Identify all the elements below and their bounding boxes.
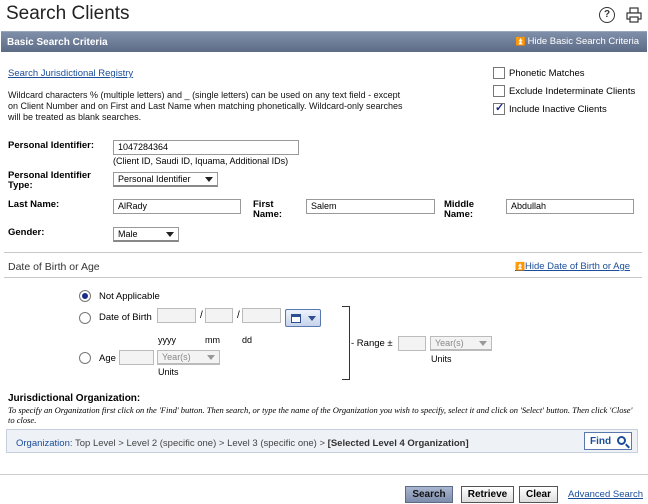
phonetic-matches-label: Phonetic Matches <box>509 68 585 79</box>
basic-search-section-header: Basic Search Criteria ⏫ Hide Basic Search… <box>1 31 647 52</box>
age-label: Age <box>99 353 116 364</box>
month-format-hint: mm <box>205 335 220 345</box>
page-title: Search Clients <box>6 3 130 24</box>
personal-identifier-hint: (Client ID, Saudi ID, Iquama, Additional… <box>113 156 289 166</box>
exclude-indeterminate-label: Exclude Indeterminate Clients <box>509 86 636 97</box>
middle-name-input[interactable]: Abdullah <box>506 199 634 214</box>
dob-month-input[interactable] <box>205 308 233 323</box>
hide-dob-label: Hide Date of Birth or Age <box>524 261 631 272</box>
year-format-hint: yyyy <box>158 335 176 345</box>
include-inactive-label: Include Inactive Clients <box>509 104 607 115</box>
middle-name-label: Middle Name: <box>444 199 475 220</box>
help-icon[interactable]: ? <box>599 7 615 23</box>
jurisdictional-org-description: To specify an Organization first click o… <box>8 405 633 425</box>
print-icon[interactable] <box>626 7 642 23</box>
hide-basic-criteria-label: Hide Basic Search Criteria <box>527 36 639 47</box>
find-label: Find <box>590 436 612 447</box>
dob-day-input[interactable] <box>242 308 281 323</box>
first-name-input[interactable]: Salem <box>306 199 435 214</box>
footer-divider <box>0 474 648 475</box>
basic-search-title: Basic Search Criteria <box>7 37 108 48</box>
include-inactive-checkbox[interactable] <box>493 101 505 115</box>
date-of-birth-radio[interactable] <box>79 312 91 324</box>
gender-select[interactable]: Male <box>113 227 179 242</box>
organization-path: Organization: Top Level > Level 2 (speci… <box>16 438 469 449</box>
age-units-label: Units <box>158 367 179 377</box>
exclude-indeterminate-checkbox[interactable] <box>493 85 505 97</box>
personal-identifier-label: Personal Identifier: <box>8 140 95 151</box>
range-input[interactable] <box>398 336 426 351</box>
chevron-down-icon <box>205 177 213 182</box>
wildcard-help-text: Wildcard characters % (multiple letters)… <box>8 90 403 122</box>
not-applicable-radio[interactable] <box>79 290 91 302</box>
find-organization-button[interactable]: Find <box>584 432 632 450</box>
double-chevron-up-icon: ⏫ <box>515 262 525 271</box>
phonetic-matches-checkbox[interactable] <box>493 67 505 79</box>
age-units-value: Year(s) <box>162 352 191 362</box>
last-name-input[interactable]: AlRady <box>113 199 241 214</box>
identifier-type-select[interactable]: Personal Identifier <box>113 172 218 187</box>
identifier-type-value: Personal Identifier <box>118 174 191 184</box>
gender-label: Gender: <box>8 227 45 238</box>
age-units-select[interactable]: Year(s) <box>157 350 220 365</box>
organization-bar: Organization: Top Level > Level 2 (speci… <box>6 429 638 453</box>
identifier-type-label: Personal Identifier Type: <box>8 170 91 191</box>
hide-basic-criteria-link[interactable]: ⏫ Hide Basic Search Criteria <box>516 36 639 47</box>
date-separator: / <box>200 310 203 321</box>
age-radio[interactable] <box>79 352 91 364</box>
search-registry-link[interactable]: Search Jurisdictional Registry <box>8 68 133 79</box>
jurisdictional-org-title: Jurisdictional Organization: <box>8 393 141 404</box>
not-applicable-label: Not Applicable <box>99 291 160 302</box>
organization-selected: [Selected Level 4 Organization] <box>327 438 469 449</box>
chevron-down-icon <box>166 232 174 237</box>
organization-path-text: Top Level > Level 2 (specific one) > Lev… <box>74 438 326 449</box>
dob-section-title: Date of Birth or Age <box>8 261 100 273</box>
range-bracket <box>342 306 350 380</box>
search-button[interactable]: Search <box>405 486 453 503</box>
age-input[interactable] <box>119 350 154 365</box>
range-label: - Range ± <box>351 338 393 349</box>
date-of-birth-label: Date of Birth <box>99 312 152 323</box>
chevron-down-icon <box>308 316 316 321</box>
search-icon <box>617 436 626 445</box>
retrieve-button[interactable]: Retrieve <box>461 486 514 503</box>
range-units-value: Year(s) <box>435 338 464 348</box>
date-separator: / <box>237 310 240 321</box>
hide-dob-link[interactable]: ⏫Hide Date of Birth or Age <box>515 261 630 272</box>
range-units-select[interactable]: Year(s) <box>430 336 492 351</box>
dob-year-input[interactable] <box>157 308 196 323</box>
page-header: Search Clients ? <box>0 0 648 30</box>
clear-button[interactable]: Clear <box>519 486 558 503</box>
gender-value: Male <box>118 229 138 239</box>
organization-label: Organization: <box>16 438 73 449</box>
calendar-picker-button[interactable] <box>285 309 321 327</box>
section-divider <box>4 252 642 253</box>
range-units-label: Units <box>431 354 452 364</box>
advanced-search-link[interactable]: Advanced Search <box>568 489 643 500</box>
chevron-down-icon <box>479 341 487 346</box>
first-name-label: First Name: <box>253 199 283 220</box>
double-chevron-up-icon: ⏫ <box>515 37 526 46</box>
calendar-icon <box>291 314 301 323</box>
last-name-label: Last Name: <box>8 199 60 210</box>
day-format-hint: dd <box>242 335 253 345</box>
dob-divider <box>4 277 642 278</box>
chevron-down-icon <box>207 355 215 360</box>
personal-identifier-input[interactable]: 1047284364 <box>113 140 299 155</box>
